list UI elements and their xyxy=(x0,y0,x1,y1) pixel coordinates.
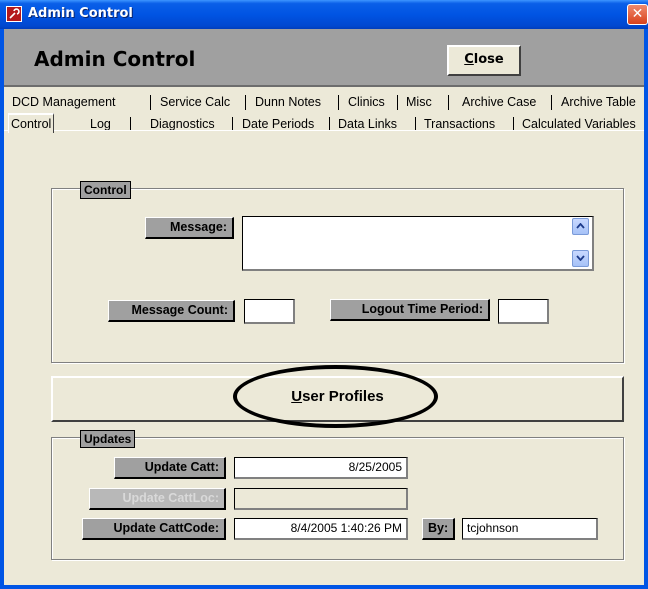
scroll-up-icon[interactable] xyxy=(572,218,589,235)
user-profiles-button[interactable]: User Profiles xyxy=(51,376,624,422)
update-catt-label: Update Catt: xyxy=(114,457,226,479)
tab-divider xyxy=(150,95,151,110)
tab-clinics[interactable]: Clinics xyxy=(346,93,387,113)
message-textarea[interactable] xyxy=(242,216,594,271)
tab-dcd-management[interactable]: DCD Management xyxy=(10,93,118,113)
update-cattloc-label: Update CattLoc: xyxy=(89,488,226,510)
tab-archive-case[interactable]: Archive Case xyxy=(460,93,538,113)
tab-divider xyxy=(245,95,246,110)
close-button[interactable]: Close xyxy=(447,45,521,76)
form-title: Admin Control xyxy=(34,47,196,71)
tab-divider xyxy=(397,95,398,110)
tab-service-calc[interactable]: Service Calc xyxy=(158,93,232,113)
close-mnemonic: C xyxy=(464,52,474,67)
tab-divider xyxy=(338,95,339,110)
scroll-down-icon[interactable] xyxy=(572,250,589,267)
tab-control[interactable]: Control xyxy=(8,113,55,133)
window-close-icon[interactable]: ✕ xyxy=(627,4,648,25)
update-cattloc-input xyxy=(234,488,408,510)
by-input[interactable]: tcjohnson xyxy=(462,518,598,540)
user-profiles-mnemonic: U xyxy=(291,388,303,405)
control-group xyxy=(51,188,624,363)
tab-strip: DCD Management Service Calc Dunn Notes C… xyxy=(4,89,644,133)
admin-control-window: Admin Control ✕ Admin Control Close DCD … xyxy=(0,0,648,589)
close-label: lose xyxy=(473,52,504,67)
updates-group-label: Updates xyxy=(80,430,136,448)
logout-time-period-input[interactable] xyxy=(498,299,549,324)
user-profiles-text: ser Profiles xyxy=(302,388,384,405)
tab-misc[interactable]: Misc xyxy=(404,93,434,113)
tab-divider xyxy=(551,95,552,110)
access-key-icon xyxy=(6,6,22,22)
update-cattcode-label: Update CattCode: xyxy=(82,518,226,540)
tab-archive-table[interactable]: Archive Table xyxy=(559,93,638,113)
tab-divider xyxy=(448,95,449,110)
tab-dunn-notes[interactable]: Dunn Notes xyxy=(253,93,323,113)
user-profiles-label: User Profiles xyxy=(291,388,384,405)
logout-time-period-label: Logout Time Period: xyxy=(330,299,490,321)
control-group-label: Control xyxy=(80,181,131,199)
message-label: Message: xyxy=(145,217,234,239)
title-bar[interactable]: Admin Control ✕ xyxy=(0,0,648,29)
window-title: Admin Control xyxy=(28,6,133,21)
by-label: By: xyxy=(422,518,455,540)
message-count-label: Message Count: xyxy=(108,300,235,322)
update-catt-input[interactable]: 8/25/2005 xyxy=(234,457,408,479)
update-cattcode-input[interactable]: 8/4/2005 1:40:26 PM xyxy=(234,518,408,540)
message-scrollbar[interactable] xyxy=(572,218,589,268)
form-header: Admin Control Close xyxy=(4,29,644,87)
message-count-input[interactable] xyxy=(244,299,295,324)
